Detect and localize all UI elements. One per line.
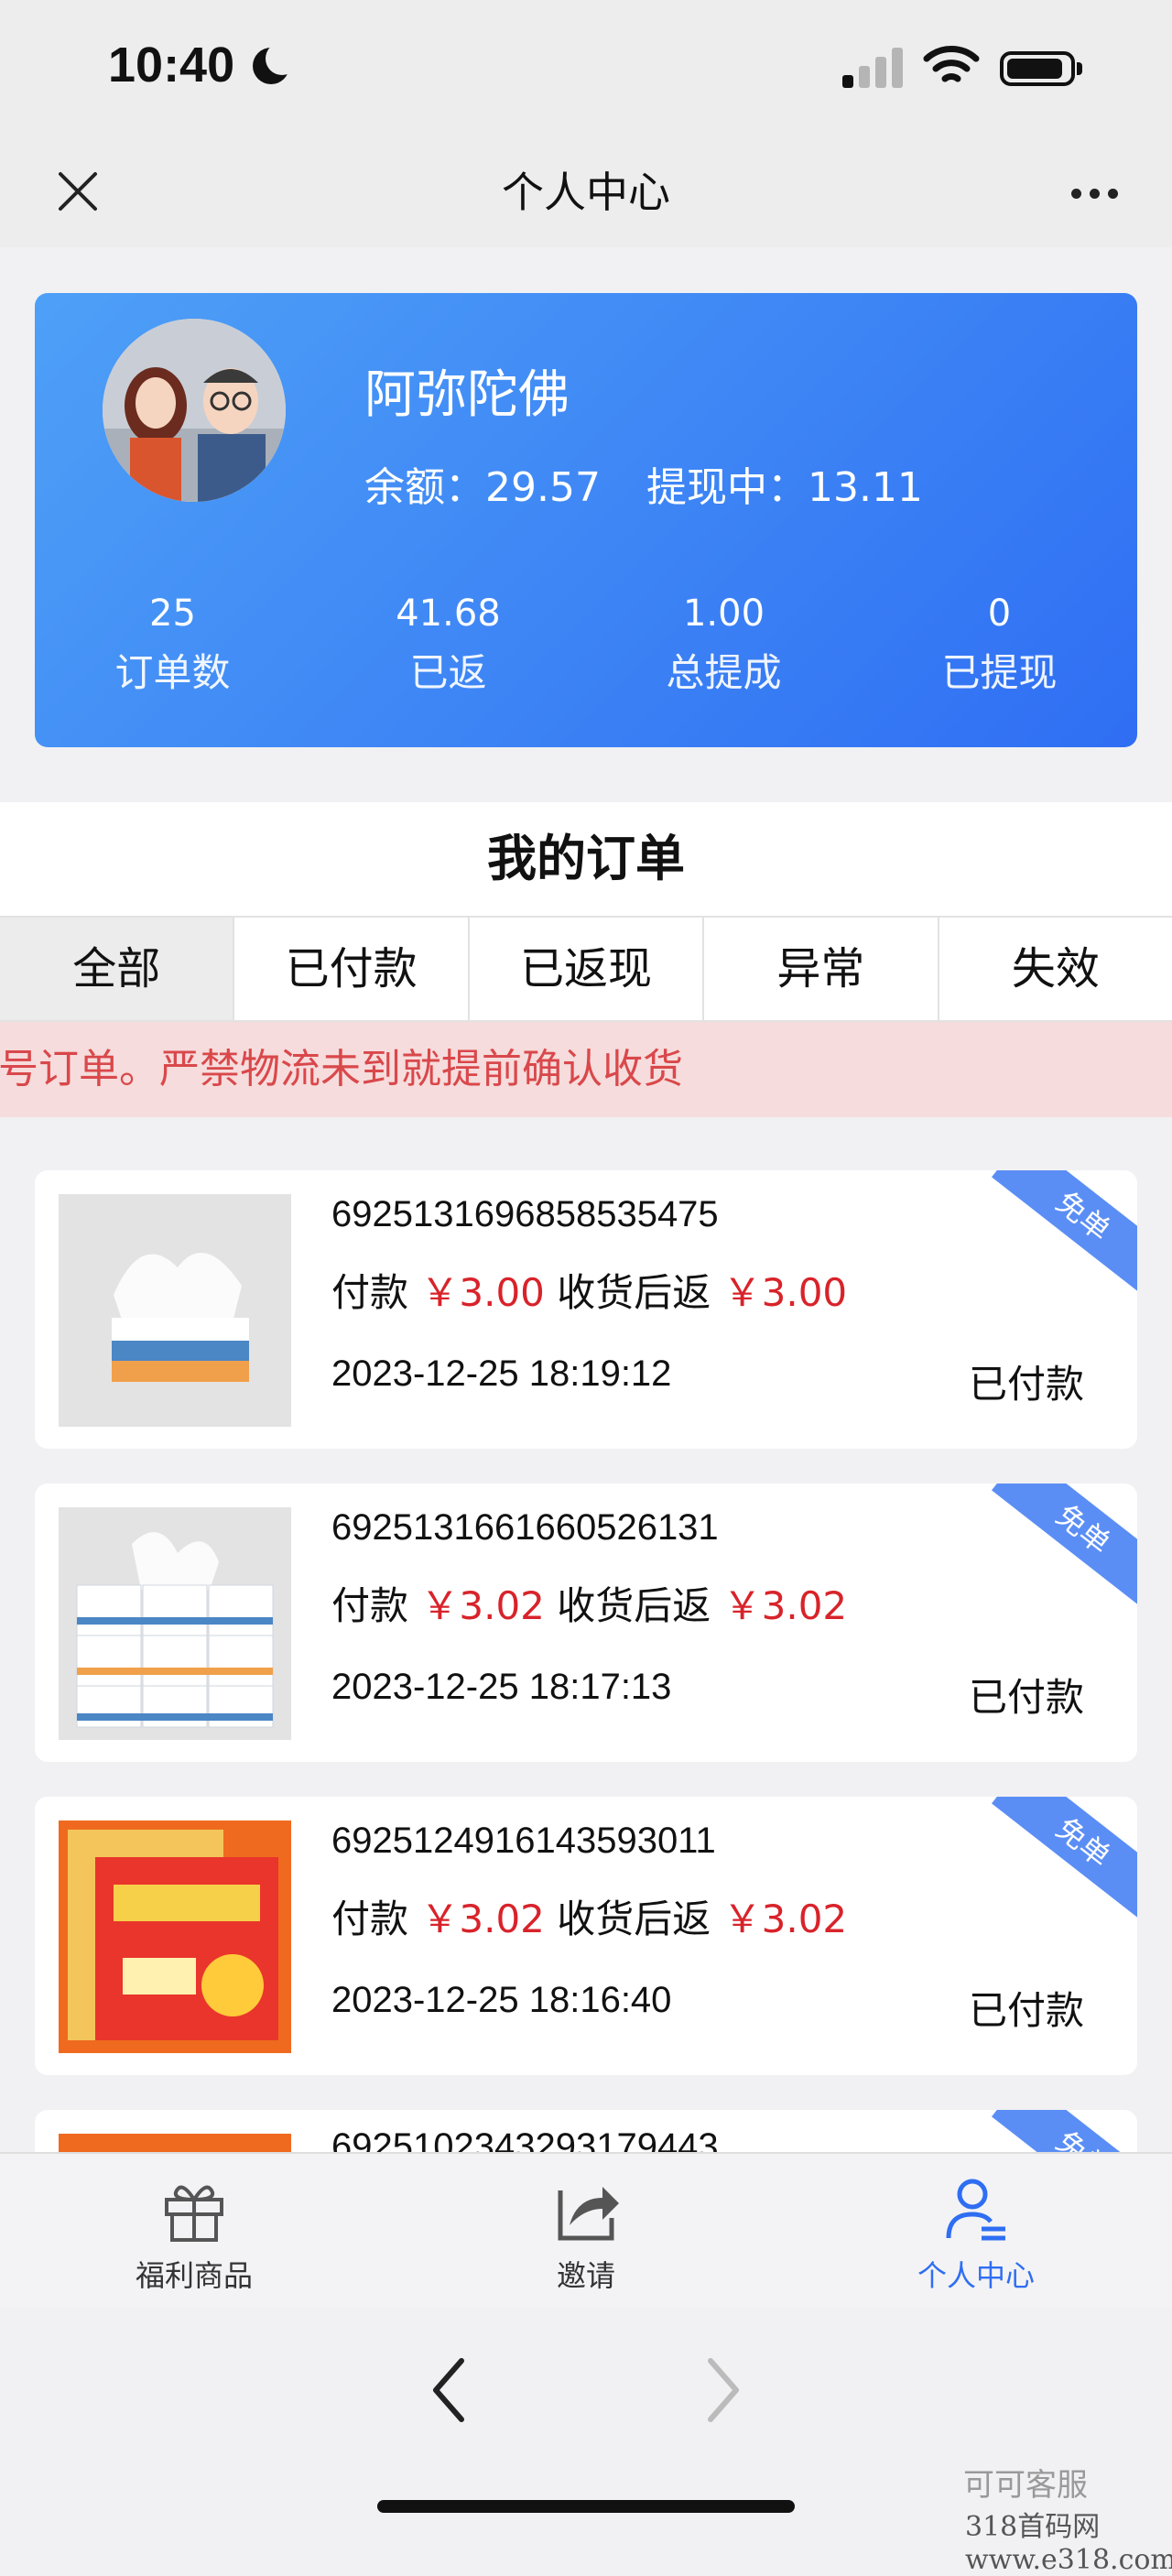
- stat-value: 0: [987, 592, 1012, 635]
- orders-title: 我的订单: [487, 830, 685, 887]
- pay-amount: ￥3.00: [420, 1270, 545, 1315]
- page-title: 个人中心: [502, 168, 670, 217]
- return-amount: ￥3.00: [722, 1270, 848, 1315]
- tab-all[interactable]: 全部: [0, 918, 235, 1020]
- wifi-icon: [923, 46, 980, 82]
- home-indicator[interactable]: [377, 2500, 795, 2513]
- price-row: 付款 ￥3.00 收货后返 ￥3.00: [331, 1262, 847, 1318]
- tab-paid[interactable]: 已付款: [234, 918, 470, 1020]
- username: 阿弥陀佛: [364, 365, 570, 425]
- order-time: 2023-12-25 18:16:40: [331, 1980, 672, 2020]
- stat-commission[interactable]: 1.00 总提成: [586, 586, 862, 705]
- heat-pad-image: [59, 1821, 291, 2053]
- nav-bar: 个人中心: [0, 137, 1172, 247]
- order-card[interactable]: 6925131696858535475 付款 ￥3.00 收货后返 ￥3.00 …: [35, 1170, 1137, 1449]
- more-icon: [1071, 189, 1081, 199]
- pay-amount: ￥3.02: [420, 1897, 545, 1941]
- tabbar-item-welfare[interactable]: 福利商品: [75, 2172, 313, 2295]
- balance-label: 余额：29.57: [364, 464, 601, 511]
- free-order-badge: 免单: [992, 1484, 1137, 1609]
- pay-amount: ￥3.02: [420, 1583, 545, 1628]
- free-order-badge: 免单: [992, 1170, 1137, 1296]
- profile-card: 阿弥陀佛 余额：29.57 提现中：13.11 25 订单数 41.68 已返 …: [35, 293, 1137, 747]
- avatar[interactable]: [103, 319, 286, 502]
- order-tabs: 全部 已付款 已返现 异常 失效: [0, 916, 1172, 1022]
- product-thumbnail: [59, 1821, 291, 2053]
- order-card[interactable]: 6925131661660526131 付款 ￥3.02 收货后返 ￥3.02 …: [35, 1484, 1137, 1762]
- notice-text: 号订单。严禁物流未到就提前确认收货: [0, 1046, 683, 1092]
- site-watermark: 318首码网 www.e318.com: [965, 2511, 1172, 2576]
- stat-returned[interactable]: 41.68 已返: [310, 586, 586, 705]
- stat-value: 41.68: [396, 592, 501, 635]
- forward-arrow-icon[interactable]: [696, 2344, 751, 2436]
- order-time: 2023-12-25 18:19:12: [331, 1353, 672, 1394]
- tissue-pack-image: [59, 1507, 291, 1740]
- status-time: 10:40: [108, 38, 235, 92]
- more-button[interactable]: [1062, 165, 1126, 220]
- return-label: 收货后返: [557, 1897, 711, 1941]
- status-bar: 10:40: [0, 0, 1172, 137]
- stat-order-count[interactable]: 25 订单数: [35, 586, 310, 705]
- tabbar-label: 邀请: [556, 2258, 615, 2293]
- price-row: 付款 ￥3.02 收货后返 ￥3.02: [331, 1888, 847, 1944]
- share-icon: [558, 2187, 619, 2241]
- tabbar-label: 福利商品: [135, 2258, 253, 2293]
- stat-label: 总提成: [666, 650, 782, 695]
- return-label: 收货后返: [557, 1270, 711, 1315]
- withdrawing-label: 提现中：13.11: [646, 464, 923, 511]
- tabbar-item-invite[interactable]: 邀请: [467, 2172, 705, 2295]
- back-arrow-icon[interactable]: [421, 2344, 476, 2436]
- stat-value: 25: [149, 592, 196, 635]
- notice-banner: 号订单。严禁物流未到就提前确认收货: [0, 1022, 1172, 1117]
- return-label: 收货后返: [557, 1583, 711, 1628]
- stat-value: 1.00: [682, 592, 765, 635]
- stat-label: 已返: [409, 650, 487, 695]
- return-amount: ￥3.02: [722, 1897, 848, 1941]
- pay-label: 付款: [331, 1897, 409, 1941]
- bottom-tab-bar: 福利商品 邀请 个人中心: [0, 2152, 1172, 2310]
- tab-abnormal[interactable]: 异常: [704, 918, 939, 1020]
- order-time: 2023-12-25 18:17:13: [331, 1667, 672, 1707]
- pay-label: 付款: [331, 1270, 409, 1315]
- avatar-image: [103, 319, 286, 502]
- product-thumbnail: [59, 1194, 291, 1427]
- cellular-signal-icon: [842, 46, 906, 88]
- tabbar-item-profile[interactable]: 个人中心: [857, 2172, 1095, 2295]
- close-icon: [59, 172, 97, 211]
- price-row: 付款 ￥3.02 收货后返 ￥3.02: [331, 1575, 847, 1631]
- stat-label: 已提现: [941, 650, 1058, 695]
- order-status: 已付款: [968, 1362, 1084, 1407]
- order-number: 6925131661660526131: [331, 1507, 719, 1548]
- order-number: 6925124916143593011: [331, 1821, 716, 1861]
- order-number: 6925131696858535475: [331, 1194, 719, 1234]
- order-card[interactable]: 6925124916143593011 付款 ￥3.02 收货后返 ￥3.02 …: [35, 1797, 1137, 2075]
- stat-label: 订单数: [114, 650, 231, 695]
- tissue-box-image: [59, 1194, 291, 1427]
- return-amount: ￥3.02: [722, 1583, 848, 1628]
- order-status: 已付款: [968, 1675, 1084, 1720]
- tab-cashback[interactable]: 已返现: [470, 918, 705, 1020]
- tabbar-label: 个人中心: [917, 2258, 1035, 2293]
- product-thumbnail: [59, 1507, 291, 1740]
- stats-row: 25 订单数 41.68 已返 1.00 总提成 0 已提现: [35, 586, 1137, 705]
- free-order-badge: 免单: [992, 1797, 1137, 1922]
- moon-icon: [253, 42, 298, 84]
- balance-row: 余额：29.57 提现中：13.11: [364, 454, 956, 513]
- user-icon: [946, 2179, 1005, 2241]
- orders-header: 我的订单: [0, 802, 1172, 916]
- wechat-account-watermark: 可可客服: [963, 2467, 1088, 2504]
- order-status: 已付款: [968, 1988, 1084, 2033]
- close-button[interactable]: [46, 159, 110, 223]
- pay-label: 付款: [331, 1583, 409, 1628]
- stat-withdrawn[interactable]: 0 已提现: [862, 586, 1137, 705]
- battery-icon: [1000, 51, 1082, 86]
- gift-icon: [165, 2185, 223, 2242]
- tab-invalid[interactable]: 失效: [939, 918, 1172, 1020]
